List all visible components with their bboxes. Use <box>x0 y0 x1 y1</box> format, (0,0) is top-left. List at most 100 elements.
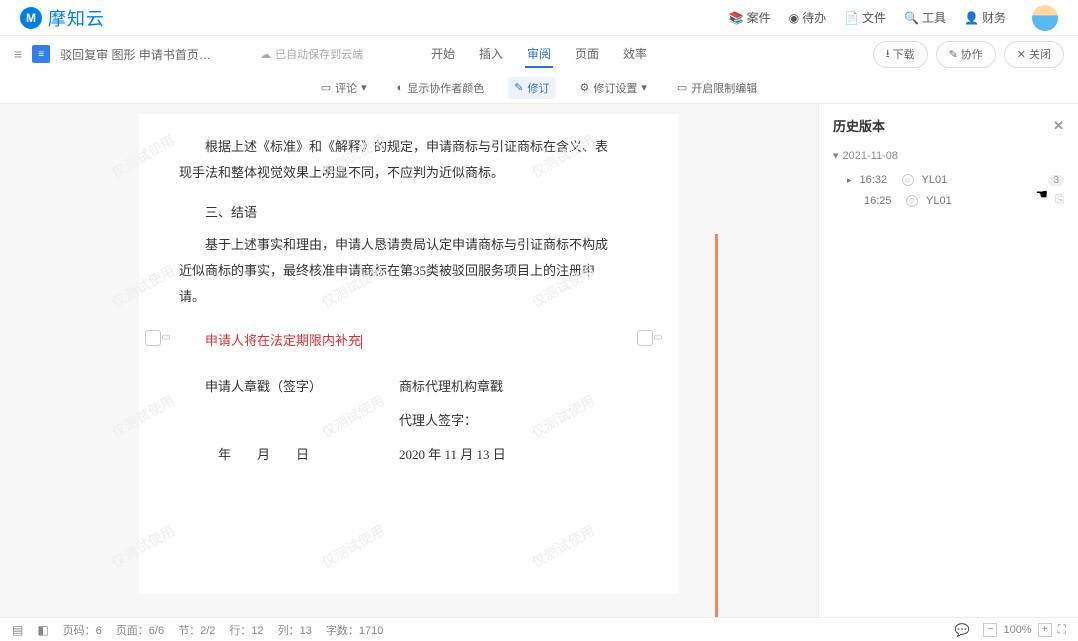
chevron-down-icon: ▾ <box>833 149 839 162</box>
history-date-group[interactable]: ▾2021-11-08 <box>833 149 1064 162</box>
chevron-down-icon: ▾ <box>641 81 647 94</box>
nav-label: 财务 <box>982 9 1006 26</box>
watermark: 仅测试使用 <box>107 388 182 447</box>
version-time: 16:32 <box>860 174 894 186</box>
line-info: 行：12 <box>229 622 263 638</box>
track-settings-button[interactable]: ⚙修订设置▾ <box>574 77 653 99</box>
chevron-right-icon: ▸ <box>847 175 852 186</box>
watermark: 仅测试使用 <box>527 518 602 577</box>
watermark: 仅测试使用 <box>107 128 182 187</box>
restrict-edit-button[interactable]: ▭开启限制编辑 <box>671 77 763 99</box>
paragraph[interactable]: 根据上述《标准》和《解释》的规定，申请商标与引证商标在含义、表现手法和整体视觉效… <box>179 134 619 186</box>
download-button[interactable]: ⭳下载 <box>873 41 928 68</box>
chat-icon[interactable]: 💬 <box>955 623 970 637</box>
comment-button[interactable]: ▭评论▾ <box>315 77 373 99</box>
palette-icon: ◐ <box>397 82 404 94</box>
signature-row: 代理人签字： <box>179 408 619 434</box>
tab-start[interactable]: 开始 <box>429 41 457 68</box>
version-user: YL01 <box>922 174 948 186</box>
close-icon: ✕ <box>1017 48 1026 61</box>
section-info[interactable]: 节：2/2 <box>178 622 215 638</box>
watermark: 仅测试使用 <box>107 518 182 577</box>
download-icon: ⭳ <box>886 45 890 64</box>
version-time: 16:25 <box>864 195 898 207</box>
outline-icon[interactable]: ▤ <box>12 623 23 637</box>
nav-label: 待办 <box>802 9 826 26</box>
nav-label: 文件 <box>862 9 886 26</box>
comment-anchor-icon[interactable]: ▭ <box>637 330 653 346</box>
doc-toolbar: ≡ ≡ 驳回复审 图形 申请书首页、材料目... ☁已自动保存到云端 开始 插入… <box>0 36 1078 72</box>
nav-files[interactable]: 📄文件 <box>844 9 886 26</box>
status-bar: ▤ ◧ 页码：6 页面：6/6 节：2/2 行：12 列：13 字数：1710 … <box>0 617 1078 641</box>
show-collab-colors[interactable]: ◐显示协作者颜色 <box>391 77 491 99</box>
nav-label: 案件 <box>747 9 771 26</box>
char-count[interactable]: 字数：1710 <box>326 622 383 638</box>
save-status: ☁已自动保存到云端 <box>260 46 363 62</box>
lock-icon: ▭ <box>677 81 687 94</box>
document-page[interactable]: 仅测试使用 仅测试使用 仅测试使用 仅测试使用 仅测试使用 仅测试使用 仅测试使… <box>139 114 679 594</box>
tab-review[interactable]: 审阅 <box>525 41 553 68</box>
nav-tools[interactable]: 🔍工具 <box>904 9 946 26</box>
zoom-control: − 100% + ⛶ <box>983 622 1066 637</box>
zoom-level[interactable]: 100% <box>1003 624 1031 636</box>
history-title: 历史版本 <box>833 116 885 135</box>
brand-logo[interactable]: M 摩知云 <box>20 5 105 31</box>
ribbon-tabs: 开始 插入 审阅 页面 效率 <box>429 41 649 68</box>
search-icon: 🔍 <box>904 11 919 25</box>
collab-button[interactable]: ✎协作 <box>936 41 996 68</box>
page-code[interactable]: 页码：6 <box>63 622 102 638</box>
nav-cases[interactable]: 📚案件 <box>729 9 771 26</box>
history-header: 历史版本 ✕ <box>833 116 1064 135</box>
nav-label: 工具 <box>922 9 946 26</box>
doc-icon: 📄 <box>844 11 859 25</box>
date-row: 年 月 日 2020 年 11 月 13 日 <box>179 442 619 468</box>
tab-insert[interactable]: 插入 <box>477 41 505 68</box>
comment-anchor-icon[interactable]: ▭ <box>145 330 161 346</box>
zoom-in-button[interactable]: + <box>1038 623 1052 637</box>
review-toolbar: ▭评论▾ ◐显示协作者颜色 ✎修订 ⚙修订设置▾ ▭开启限制编辑 <box>0 72 1078 104</box>
applicant-seal-label: 申请人章戳（签字） <box>179 374 399 400</box>
layout-icon[interactable]: ◧ <box>37 623 48 637</box>
dot-icon: ◉ <box>789 11 799 25</box>
cloud-icon: ☁ <box>260 48 271 61</box>
paragraph[interactable]: 基于上述事实和理由，申请人恳请贵局认定申请商标与引证商标不构成近似商标的事实，最… <box>179 232 619 310</box>
text-cursor <box>361 335 362 349</box>
fullscreen-icon[interactable]: ⛶ <box>1058 622 1066 637</box>
close-icon[interactable]: ✕ <box>1053 118 1064 134</box>
user-icon: 👤 <box>964 11 979 25</box>
doc-actions: ⭳下载 ✎协作 ✕关闭 <box>873 41 1064 68</box>
document-canvas[interactable]: 仅测试使用 仅测试使用 仅测试使用 仅测试使用 仅测试使用 仅测试使用 仅测试使… <box>0 104 818 617</box>
user-icon: ☺ <box>902 174 914 186</box>
agency-seal-label: 商标代理机构章戳 <box>399 374 619 400</box>
chevron-down-icon: ▾ <box>361 81 367 94</box>
version-user: YL01 <box>926 195 952 207</box>
user-icon: ☺ <box>906 195 918 207</box>
comment-icon: ▭ <box>321 81 331 94</box>
nav-items: 📚案件 ◉待办 📄文件 🔍工具 👤财务 <box>729 5 1058 31</box>
tab-efficiency[interactable]: 效率 <box>621 41 649 68</box>
close-button[interactable]: ✕关闭 <box>1004 41 1064 68</box>
avatar[interactable] <box>1032 5 1058 31</box>
history-version-item[interactable]: 16:25 ☺ YL01 ⎘ <box>833 190 1064 211</box>
restore-icon[interactable]: ⎘ <box>1055 194 1064 207</box>
menu-icon[interactable]: ≡ <box>14 46 22 62</box>
doc-title: 驳回复审 图形 申请书首页、材料目... <box>60 46 220 63</box>
zoom-out-button[interactable]: − <box>983 623 997 637</box>
history-version-item[interactable]: ▸ 16:32 ☺ YL01 3 <box>833 170 1064 190</box>
people-icon: ✎ <box>949 48 958 61</box>
track-changes-button[interactable]: ✎修订 <box>508 77 555 99</box>
col-info: 列：13 <box>278 622 312 638</box>
tracked-insertion[interactable]: 申请人将在法定期限内补充 <box>205 333 361 348</box>
version-count-badge: 3 <box>1048 175 1064 186</box>
nav-todo[interactable]: ◉待办 <box>789 9 827 26</box>
date-blank: 年 月 日 <box>179 442 399 468</box>
page-count[interactable]: 页面：6/6 <box>116 622 164 638</box>
nav-finance[interactable]: 👤财务 <box>964 9 1006 26</box>
top-nav: M 摩知云 📚案件 ◉待办 📄文件 🔍工具 👤财务 <box>0 0 1078 36</box>
tab-page[interactable]: 页面 <box>573 41 601 68</box>
section-heading[interactable]: 三、结语 <box>179 200 619 226</box>
books-icon: 📚 <box>729 11 744 25</box>
watermark: 仅测试使用 <box>107 258 182 317</box>
revision-bar <box>715 234 718 617</box>
date-filled: 2020 年 11 月 13 日 <box>399 442 619 468</box>
